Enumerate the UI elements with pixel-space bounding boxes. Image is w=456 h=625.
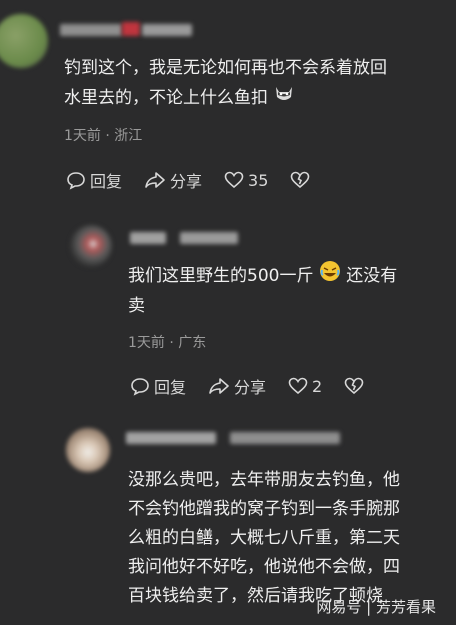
watermark: 网易号 | 芳芳看果 (316, 598, 436, 616)
reply-label: 回复 (154, 378, 187, 397)
comment-line: 我问他好不好吃，他说他不会做，四 (128, 557, 400, 577)
username-blurred[interactable] (126, 432, 216, 444)
avatar[interactable] (66, 428, 110, 472)
comment-text: 我们这里野生的500一斤 还没有 卖 (128, 260, 448, 321)
username-tail-blurred (142, 24, 192, 36)
comment-line: 我们这里野生的500一斤 还没有 (128, 260, 448, 292)
reply-icon (67, 172, 85, 190)
share-button[interactable]: 分享 (144, 168, 202, 192)
comment-line: 钓到这个，我是无论如何再也不会系着放回 (64, 58, 387, 78)
comment-actions: 回复 分享 35 (66, 168, 336, 192)
like-button[interactable]: 35 (224, 171, 268, 190)
comment-line: 水里去的，不论上什么鱼扣 (64, 83, 454, 113)
cat-mask-emoji (273, 83, 295, 113)
share-icon (209, 378, 229, 394)
heart-icon (288, 377, 308, 395)
share-label: 分享 (170, 172, 203, 191)
like-button[interactable]: 2 (288, 377, 322, 396)
dislike-button[interactable] (344, 377, 368, 395)
reply-label: 回复 (90, 172, 123, 191)
reply-icon (131, 378, 149, 396)
like-count: 35 (248, 170, 269, 190)
avatar[interactable] (70, 225, 112, 267)
laughing-emoji (319, 260, 341, 292)
comment-line: 么粗的白鳝，大概七八斤重，第二天 (128, 528, 400, 548)
heart-icon (224, 171, 244, 189)
avatar[interactable] (0, 14, 48, 68)
username-tail-blurred (230, 432, 340, 444)
comment-meta: 1天前 · 浙江 (64, 128, 143, 144)
username-tail-blurred (180, 232, 238, 244)
comment-text: 钓到这个，我是无论如何再也不会系着放回 水里去的，不论上什么鱼扣 (64, 54, 454, 113)
like-count: 2 (312, 376, 323, 396)
username-badge-blurred (122, 22, 140, 36)
dislike-button[interactable] (290, 171, 314, 189)
reply-button[interactable]: 回复 (66, 168, 122, 192)
share-button[interactable]: 分享 (208, 374, 266, 398)
comment-text: 没那么贵吧，去年带朋友去钓鱼，他 不会钓他蹭我的窝子钓到一条手腕那 么粗的白鳝，… (128, 466, 448, 611)
broken-heart-icon (344, 377, 364, 395)
comment-line: 没那么贵吧，去年带朋友去钓鱼，他 (128, 470, 400, 490)
comment-actions: 回复 分享 2 (130, 374, 390, 398)
comment-line: 不会钓他蹭我的窝子钓到一条手腕那 (128, 499, 400, 519)
comment-meta: 1天前 · 广东 (128, 335, 207, 351)
username-blurred[interactable] (60, 24, 122, 36)
share-icon (145, 172, 165, 188)
broken-heart-icon (291, 171, 310, 189)
comment-line: 卖 (128, 296, 145, 316)
share-label: 分享 (234, 378, 267, 397)
username-blurred[interactable] (130, 232, 166, 244)
reply-button[interactable]: 回复 (130, 374, 186, 398)
